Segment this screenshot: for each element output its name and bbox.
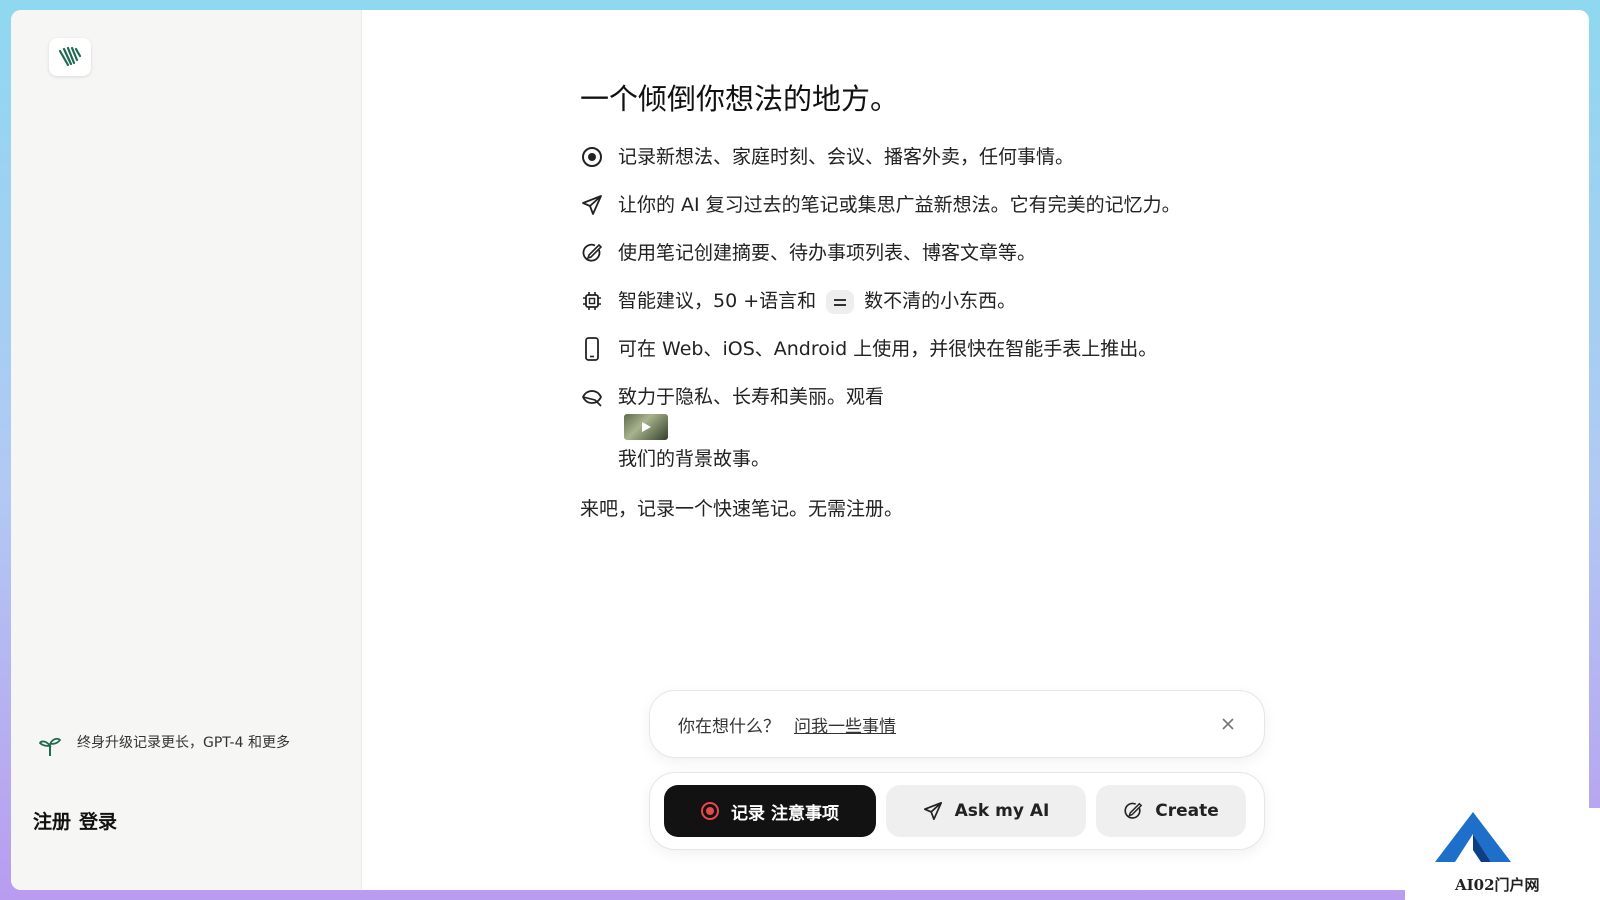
feature-item: 致力于隐私、长寿和美丽。观看 我们的背景故事。 xyxy=(580,384,1300,472)
sidebar: 终身升级记录更长，GPT-4 和更多 注册 登录 xyxy=(11,10,362,890)
feature-item: 可在 Web、iOS、Android 上使用，并很快在智能手表上推出。 xyxy=(580,336,1300,362)
auth-links: 注册 登录 xyxy=(33,807,117,834)
close-icon[interactable] xyxy=(1220,716,1236,732)
create-label: Create xyxy=(1155,801,1219,821)
feature-text-part: 我们的背景故事。 xyxy=(618,448,771,470)
ask-bar[interactable]: 你在想什么？ 问我一些事情 xyxy=(649,690,1265,758)
feature-text: 智能建议，50 +语言和 数不清的小东西。 xyxy=(618,288,1016,314)
app-logo[interactable] xyxy=(49,38,91,76)
action-bar: 记录 注意事项 Ask my AI Create xyxy=(649,772,1265,850)
send-icon xyxy=(923,801,942,821)
create-edit-icon xyxy=(1124,802,1143,819)
create-button[interactable]: Create xyxy=(1096,785,1246,837)
feature-text: 记录新想法、家庭时刻、会议、播客外卖，任何事情。 xyxy=(618,146,1075,168)
ask-my-ai-label: Ask my AI xyxy=(954,801,1050,821)
record-label: 记录 注意事项 xyxy=(731,803,839,824)
feature-text-part: 致力于隐私、长寿和美丽。观看 xyxy=(618,386,885,408)
ask-my-ai-button[interactable]: Ask my AI xyxy=(886,785,1086,837)
ask-me-link[interactable]: 问我一些事情 xyxy=(794,712,896,737)
phone-icon xyxy=(580,336,604,362)
send-icon xyxy=(580,192,604,218)
feature-item: 让你的 AI 复习过去的笔记或集思广益新想法。它有完美的记忆力。 xyxy=(580,192,1300,218)
watermark: AI02门户网 xyxy=(1405,808,1600,900)
record-target-icon xyxy=(580,144,604,170)
closing-text: 来吧，记录一个快速笔记。无需注册。 xyxy=(580,498,904,520)
upgrade-text: 终身升级记录更长，GPT-4 和更多 xyxy=(77,735,290,751)
emoji-chip xyxy=(826,289,855,314)
feature-text: 使用笔记创建摘要、待办事项列表、博客文章等。 xyxy=(618,240,1036,266)
leaf-icon xyxy=(580,384,604,410)
login-link[interactable]: 登录 xyxy=(79,807,117,834)
feature-text-content: 使用笔记创建摘要、待办事项列表、博客文章等。 xyxy=(618,242,1037,264)
feature-item: 记录新想法、家庭时刻、会议、播客外卖，任何事情。 xyxy=(580,144,1300,170)
signup-link[interactable]: 注册 xyxy=(33,807,71,834)
create-edit-icon xyxy=(580,240,604,266)
watermark-logo-icon xyxy=(1435,812,1511,862)
feature-text: 让你的 AI 复习过去的笔记或集思广益新想法。它有完美的记忆力。 xyxy=(618,194,1181,216)
feature-text: 可在 Web、iOS、Android 上使用，并很快在智能手表上推出。 xyxy=(618,338,1158,360)
app-window: 终身升级记录更长，GPT-4 和更多 注册 登录 一个倾倒你想法的地方。 记录新… xyxy=(11,10,1589,890)
chip-icon xyxy=(580,288,604,314)
feature-item: 使用笔记创建摘要、待办事项列表、博客文章等。 xyxy=(580,240,1300,266)
logo-icon xyxy=(58,46,82,67)
main-content: 一个倾倒你想法的地方。 记录新想法、家庭时刻、会议、播客外卖，任何事情。 让你的… xyxy=(580,76,1300,521)
upgrade-promo[interactable]: 终身升级记录更长，GPT-4 和更多 xyxy=(37,734,327,758)
record-button[interactable]: 记录 注意事项 xyxy=(664,785,876,837)
watermark-text: AI02门户网 xyxy=(1455,876,1540,894)
page-title: 一个倾倒你想法的地方。 xyxy=(580,82,900,116)
record-dot-icon xyxy=(701,802,720,820)
video-thumbnail[interactable] xyxy=(624,414,668,440)
feature-text: 致力于隐私、长寿和美丽。观看 我们的背景故事。 xyxy=(618,384,884,472)
feature-text-part: 智能建议，50 +语言和 xyxy=(618,290,817,312)
feature-item: 智能建议，50 +语言和 数不清的小东西。 xyxy=(580,288,1300,314)
sprout-icon xyxy=(38,737,62,756)
feature-text-part: 数不清的小东西。 xyxy=(864,290,1017,312)
ask-question: 你在想什么？ xyxy=(678,716,780,737)
